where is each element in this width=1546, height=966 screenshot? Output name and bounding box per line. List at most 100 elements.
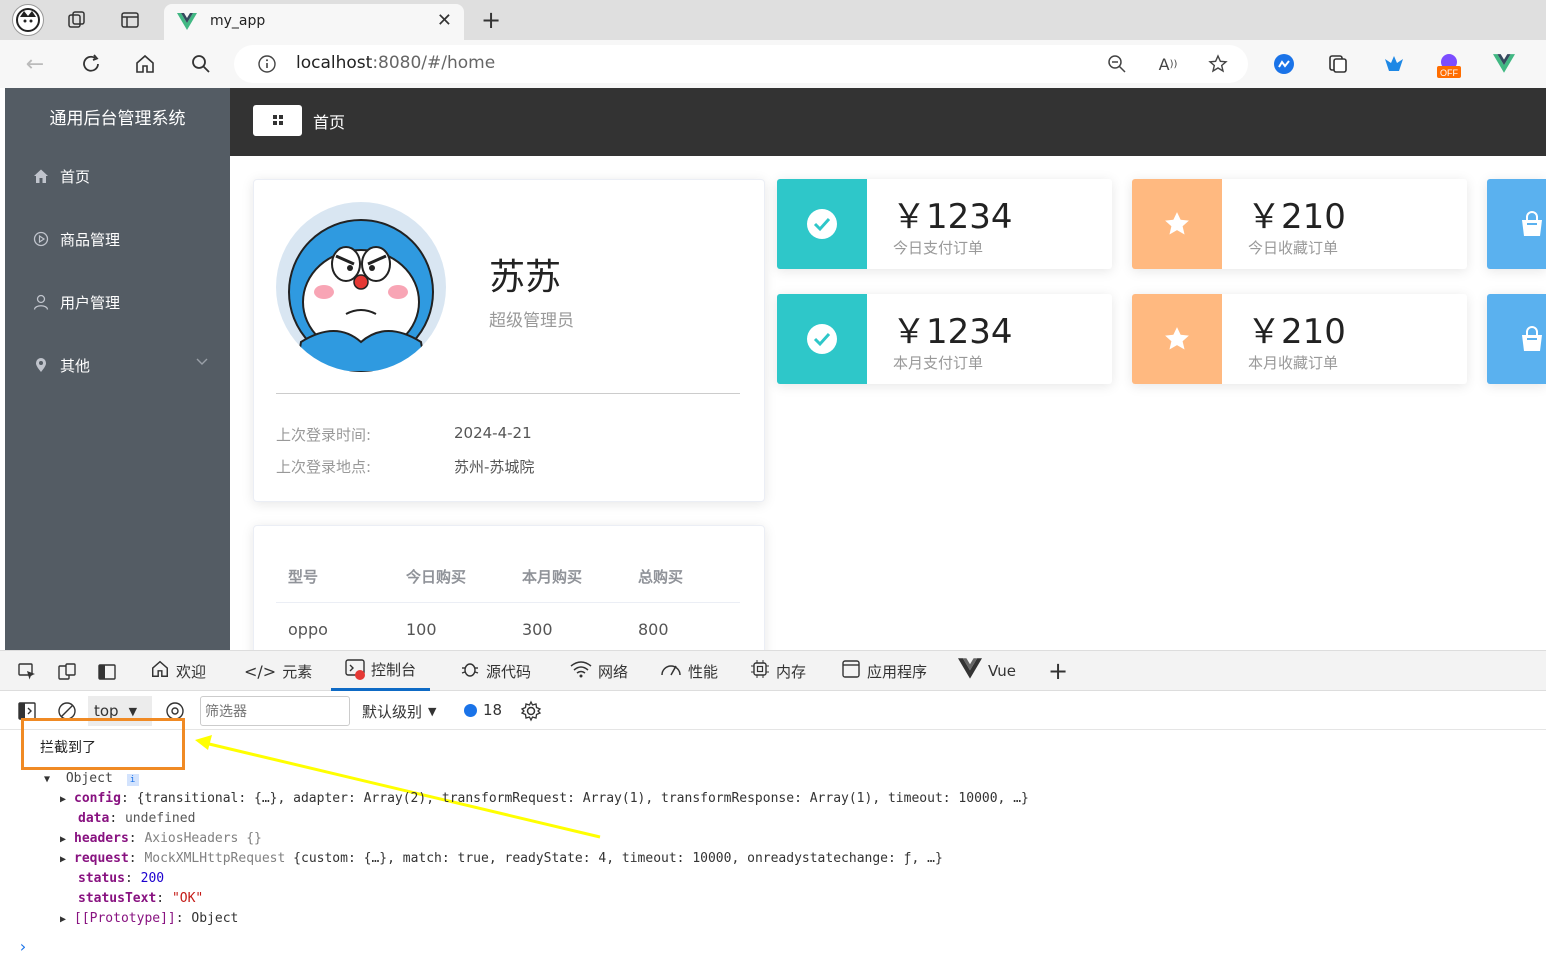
console-toolbar: top ▼ 默认级别 ▼ 18 — [0, 692, 1546, 730]
tab-label: 应用程序 — [867, 662, 928, 681]
home-icon[interactable] — [132, 51, 158, 77]
table-header: 型号 — [288, 568, 319, 586]
console-settings-gear-icon[interactable] — [519, 699, 543, 723]
vue-devtools-extension-icon[interactable] — [1492, 53, 1516, 75]
stat-card-today-other — [1487, 179, 1546, 269]
object-root-row[interactable]: ▼ Object i — [44, 771, 139, 786]
stat-card-today-fav: ￥210 今日收藏订单 — [1132, 179, 1467, 269]
stat-label: 今日支付订单 — [893, 239, 984, 257]
main-content: 苏苏 超级管理员 上次登录时间: 2024-4-21 上次登录地点: 苏州-苏城… — [230, 156, 1546, 665]
check-circle-icon — [777, 179, 867, 269]
sidebar-item-home[interactable]: 首页 — [5, 148, 230, 204]
stat-card-month-other — [1487, 294, 1546, 384]
url-host: localhost — [296, 53, 373, 73]
expand-down-triangle-icon: ▼ — [44, 774, 51, 785]
tab-memory[interactable]: 内存 — [750, 651, 806, 691]
console-output: 拦截到了 ▼ Object i ▶ config: {transitional: … — [0, 718, 1546, 966]
breadcrumb[interactable]: 首页 — [313, 109, 345, 133]
avatar — [276, 202, 446, 372]
expand-right-triangle-icon: ▶ — [60, 914, 67, 925]
tab-sources[interactable]: 源代码 — [460, 651, 531, 691]
info-icon[interactable] — [256, 53, 278, 75]
extension-off-icon[interactable]: OFF — [1436, 52, 1462, 80]
tab-console[interactable]: 控制台 — [331, 651, 431, 691]
console-prompt-icon[interactable]: › — [18, 937, 28, 956]
check-circle-icon — [777, 294, 867, 384]
tab-vue[interactable]: Vue — [958, 651, 1016, 691]
sidebar-item-other[interactable]: 其他 — [5, 337, 230, 393]
dock-side-icon[interactable] — [96, 661, 118, 683]
tab-title: my_app — [210, 13, 266, 29]
back-icon[interactable]: ← — [22, 52, 48, 77]
info-badge-icon: i — [126, 774, 139, 786]
bug-icon — [460, 659, 480, 683]
inspect-element-icon[interactable] — [16, 661, 38, 683]
chevron-down-icon — [196, 355, 208, 369]
filter-input[interactable] — [200, 696, 350, 726]
last-login-place-label: 上次登录地点: — [276, 458, 372, 476]
favorite-star-icon[interactable] — [1206, 52, 1230, 76]
object-label: Object — [65, 771, 113, 786]
tab-label: Vue — [988, 662, 1016, 680]
tab-elements[interactable]: </> 元素 — [244, 651, 312, 691]
tab-welcome[interactable]: 欢迎 — [150, 651, 206, 691]
sidebar-item-label: 用户管理 — [60, 293, 121, 312]
read-aloud-icon[interactable]: A)) — [1156, 53, 1180, 75]
star-icon — [1132, 179, 1222, 269]
address-bar[interactable]: localhost:8080/#/home A)) — [234, 45, 1248, 83]
vue-logo-icon — [958, 658, 982, 684]
vertical-tabs-icon[interactable] — [118, 8, 142, 32]
log-level-select[interactable]: 默认级别 ▼ — [362, 701, 436, 722]
message-count[interactable]: 18 — [464, 701, 502, 719]
extension-blue-icon[interactable] — [1272, 52, 1296, 76]
new-tab-icon[interactable]: + — [478, 6, 504, 34]
object-row-config[interactable]: ▶ config: {transitional: {…}, adapter: Ar… — [60, 791, 1029, 806]
stat-value: ￥1234 — [892, 312, 1013, 352]
expand-right-triangle-icon: ▶ — [60, 794, 67, 805]
home-icon — [150, 659, 170, 683]
refresh-icon[interactable] — [78, 51, 104, 77]
tab-label: 欢迎 — [176, 662, 207, 681]
bag-icon — [1487, 179, 1546, 269]
add-tool-icon[interactable]: + — [1046, 657, 1070, 685]
error-badge-icon — [355, 669, 365, 680]
zoom-out-icon[interactable] — [1106, 53, 1128, 75]
sidebar-item-label: 其他 — [60, 356, 91, 375]
table-cell: oppo — [288, 620, 328, 639]
tab-performance[interactable]: 性能 — [660, 651, 718, 691]
play-circle-icon — [32, 230, 50, 248]
profile-avatar-icon[interactable] — [12, 4, 44, 36]
gauge-icon — [660, 660, 682, 682]
sidebar-item-products[interactable]: 商品管理 — [5, 211, 230, 267]
workspaces-icon[interactable] — [64, 8, 90, 32]
stat-label: 今日收藏订单 — [1248, 239, 1339, 257]
grid-menu-icon — [272, 111, 284, 130]
request-value: {custom: {…}, match: true, readyState: 4… — [293, 851, 943, 866]
table-header: 今日购买 — [406, 568, 467, 586]
object-row-prototype[interactable]: ▶ [[Prototype]]: Object — [60, 911, 238, 926]
headers-value: AxiosHeaders {} — [144, 831, 262, 846]
search-icon[interactable] — [188, 51, 214, 77]
table-cell: 300 — [522, 620, 553, 639]
expand-right-triangle-icon: ▶ — [60, 854, 67, 865]
tab-label: 源代码 — [486, 662, 532, 681]
object-row-headers[interactable]: ▶ headers: AxiosHeaders {} — [60, 831, 262, 846]
stat-card-month-paid: ￥1234 本月支付订单 — [777, 294, 1112, 384]
table-cell: 800 — [638, 620, 669, 639]
message-bubble-icon — [464, 703, 477, 717]
object-row-request[interactable]: ▶ request: MockXMLHttpRequest {custom: {…… — [60, 851, 943, 866]
device-toolbar-icon[interactable] — [56, 661, 78, 683]
stat-value: ￥210 — [1247, 312, 1346, 352]
config-value: {transitional: {…}, adapter: Array(2), t… — [136, 791, 1029, 806]
collections-icon[interactable] — [1326, 52, 1350, 76]
stat-value: ￥1234 — [892, 197, 1013, 237]
active-tab[interactable]: my_app ✕ — [164, 4, 464, 40]
extension-bird-icon[interactable] — [1382, 52, 1406, 76]
tab-network[interactable]: 网络 — [570, 651, 628, 691]
menu-toggle-button[interactable] — [253, 105, 302, 136]
console-icon — [345, 658, 365, 682]
tab-application[interactable]: 应用程序 — [841, 651, 927, 691]
prototype-value: Object — [191, 911, 239, 926]
sidebar-item-users[interactable]: 用户管理 — [5, 274, 230, 330]
close-tab-icon[interactable]: ✕ — [437, 10, 452, 31]
